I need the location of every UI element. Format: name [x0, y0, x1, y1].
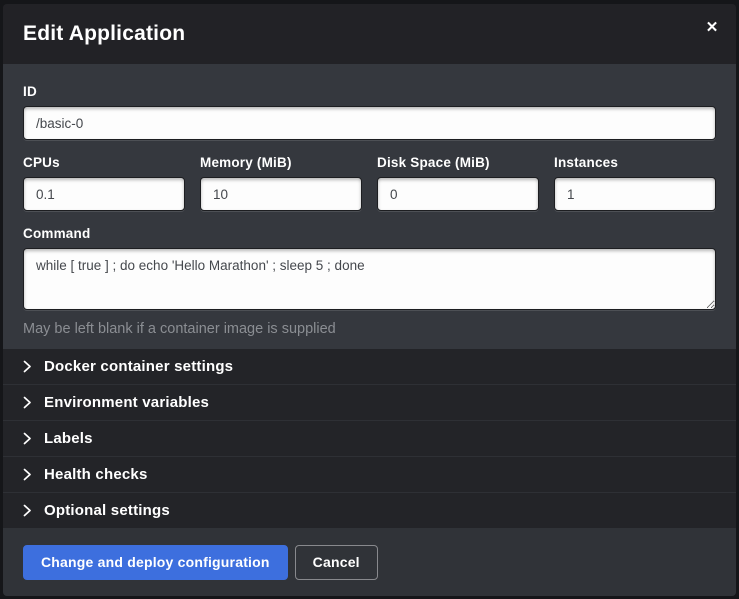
disk-field-group: Disk Space (MiB) — [377, 155, 539, 211]
disk-label: Disk Space (MiB) — [377, 155, 539, 170]
modal-footer: Change and deploy configuration Cancel — [3, 528, 736, 596]
command-help-text: May be left blank if a container image i… — [23, 321, 716, 337]
edit-application-modal: Edit Application ✕ ID CPUs Memory (MiB) … — [3, 4, 736, 596]
memory-label: Memory (MiB) — [200, 155, 362, 170]
section-optional-settings[interactable]: Optional settings — [3, 492, 736, 528]
page-title: Edit Application — [23, 22, 185, 46]
cancel-button[interactable]: Cancel — [295, 545, 378, 580]
id-input[interactable] — [23, 106, 716, 140]
change-and-deploy-button[interactable]: Change and deploy configuration — [23, 545, 288, 580]
resources-row: CPUs Memory (MiB) Disk Space (MiB) Insta… — [23, 155, 716, 211]
instances-input[interactable] — [554, 177, 716, 211]
section-health-checks[interactable]: Health checks — [3, 456, 736, 492]
close-icon[interactable]: ✕ — [702, 18, 722, 38]
cpus-field-group: CPUs — [23, 155, 185, 211]
command-field-group: Command while [ true ] ; do echo 'Hello … — [23, 226, 716, 337]
command-textarea[interactable]: while [ true ] ; do echo 'Hello Marathon… — [23, 248, 716, 310]
disk-input[interactable] — [377, 177, 539, 211]
chevron-right-icon — [23, 504, 32, 517]
instances-field-group: Instances — [554, 155, 716, 211]
instances-label: Instances — [554, 155, 716, 170]
chevron-right-icon — [23, 468, 32, 481]
command-label: Command — [23, 226, 716, 241]
section-environment-variables[interactable]: Environment variables — [3, 384, 736, 420]
section-labels[interactable]: Labels — [3, 420, 736, 456]
chevron-right-icon — [23, 360, 32, 373]
section-label: Docker container settings — [44, 358, 233, 375]
section-label: Labels — [44, 430, 93, 447]
memory-field-group: Memory (MiB) — [200, 155, 362, 211]
chevron-right-icon — [23, 432, 32, 445]
section-label: Optional settings — [44, 502, 170, 519]
cpus-label: CPUs — [23, 155, 185, 170]
section-docker-container-settings[interactable]: Docker container settings — [3, 349, 736, 384]
section-label: Health checks — [44, 466, 147, 483]
memory-input[interactable] — [200, 177, 362, 211]
id-field-group: ID — [23, 84, 716, 140]
cpus-input[interactable] — [23, 177, 185, 211]
chevron-right-icon — [23, 396, 32, 409]
section-label: Environment variables — [44, 394, 209, 411]
id-label: ID — [23, 84, 716, 99]
modal-header: Edit Application ✕ — [3, 4, 736, 64]
application-form: ID CPUs Memory (MiB) Disk Space (MiB) In… — [3, 64, 736, 349]
accordion-sections: Docker container settings Environment va… — [3, 349, 736, 528]
